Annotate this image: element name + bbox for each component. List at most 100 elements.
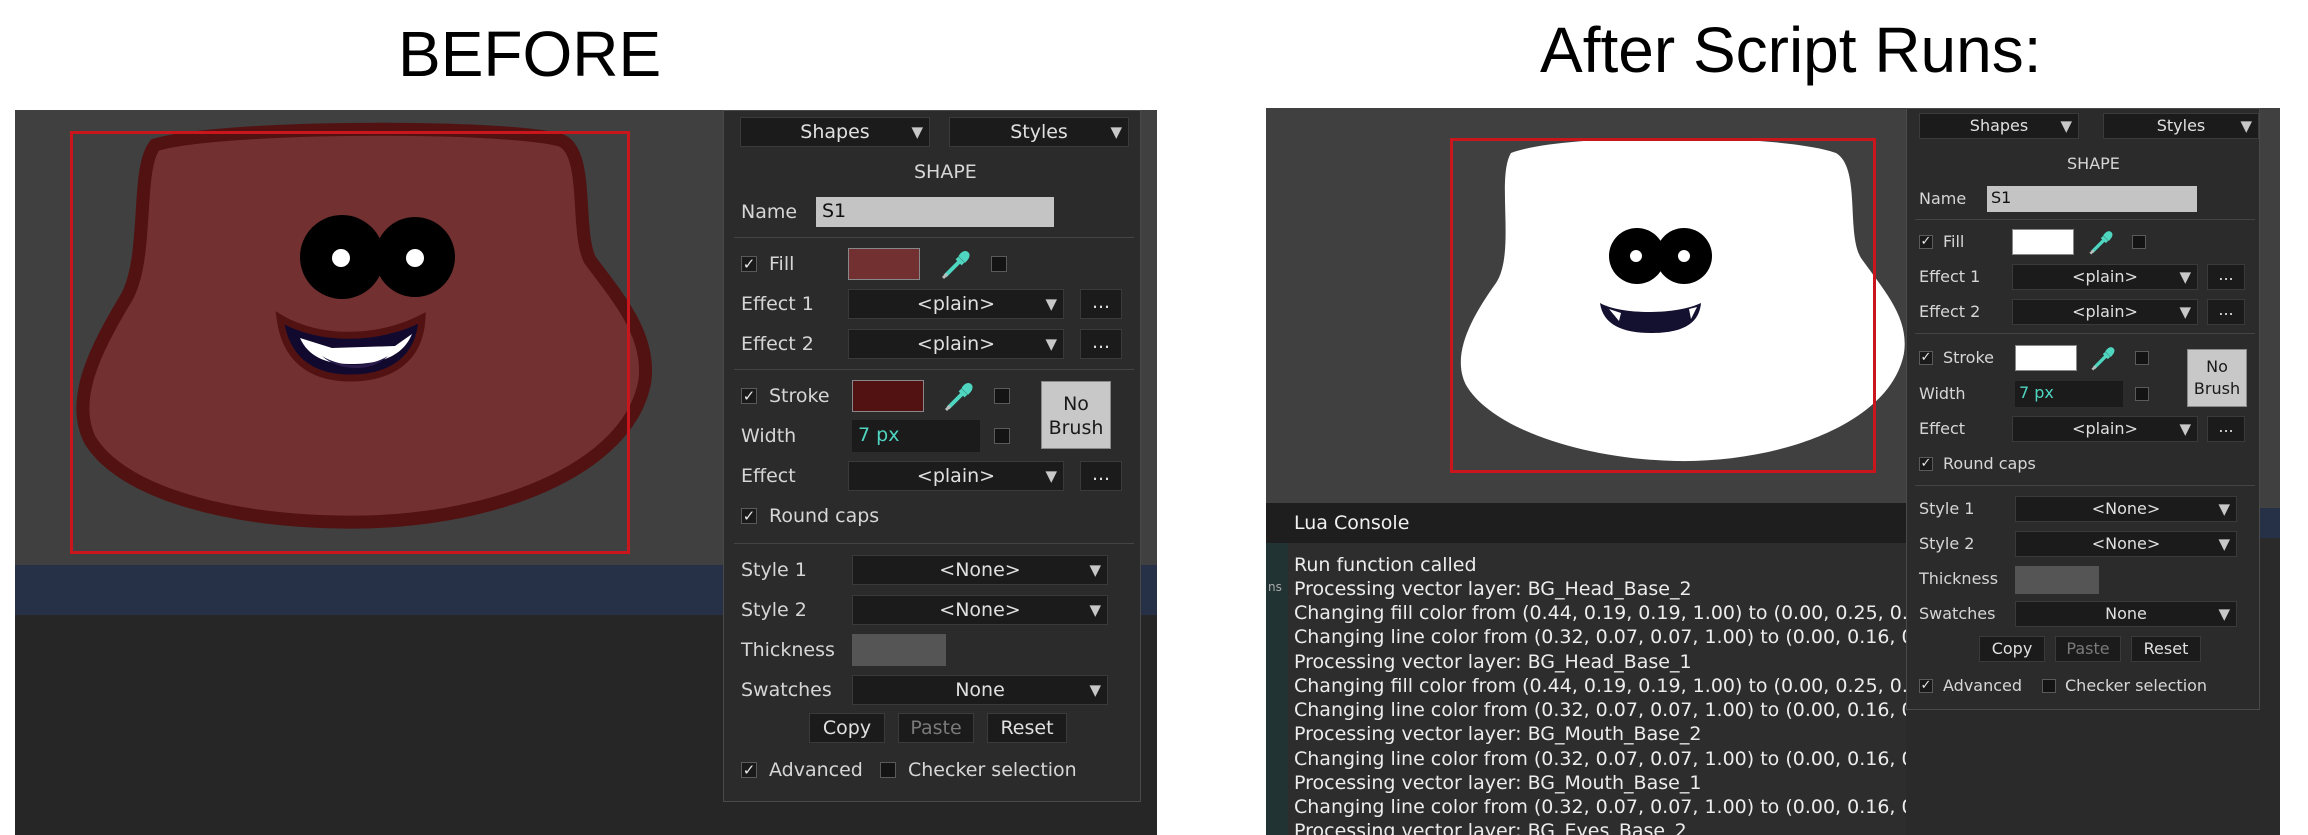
console-line: Changing fill color from (0.44, 0.19, 0.… — [1294, 675, 1906, 697]
stroke-label: Stroke — [769, 385, 830, 407]
effect1-label: Effect 1 — [741, 293, 814, 315]
before-style-panel: Shapes ▼ Styles ▼ SHAPE Name S1 ✓ Fill Eff… — [723, 110, 1141, 802]
effect2-label: Effect 2 — [741, 333, 814, 355]
name-field[interactable]: S1 — [816, 197, 1054, 227]
eyedropper-icon[interactable] — [939, 246, 975, 282]
style2-select[interactable]: <None> ▼ — [852, 595, 1108, 625]
lua-console-title: Lua Console — [1266, 503, 1906, 543]
eyedropper-icon[interactable] — [2089, 343, 2119, 373]
stroke-label: Stroke — [1943, 348, 1994, 367]
effect1-select[interactable]: <plain> ▼ — [2012, 264, 2198, 290]
round-caps-checkbox[interactable]: ✓ — [741, 508, 757, 524]
stroke-color-swatch[interactable] — [2015, 345, 2077, 371]
style1-label: Style 1 — [1919, 499, 1975, 518]
width-field[interactable]: 7 px — [2015, 381, 2123, 407]
fill-label: Fill — [1943, 232, 1965, 251]
stroke-extra-checkbox[interactable] — [994, 388, 1010, 404]
console-line: Processing vector layer: BG_Head_Base_2 — [1294, 578, 1692, 600]
console-line: Changing line color from (0.32, 0.07, 0.… — [1294, 699, 1906, 721]
console-side-text: ns — [1268, 580, 1282, 594]
checker-selection-checkbox[interactable] — [2042, 679, 2056, 693]
console-line: Changing line color from (0.32, 0.07, 0.… — [1294, 796, 1906, 818]
name-label: Name — [741, 201, 798, 223]
style1-label: Style 1 — [741, 559, 807, 581]
divider — [1915, 219, 2255, 220]
stroke-checkbox[interactable]: ✓ — [741, 388, 757, 404]
checker-selection-checkbox[interactable] — [880, 762, 896, 778]
console-line: Changing line color from (0.32, 0.07, 0.… — [1294, 748, 1906, 770]
fill-color-swatch[interactable] — [848, 248, 920, 280]
stroke-checkbox[interactable]: ✓ — [1919, 351, 1933, 365]
divider — [734, 237, 1134, 238]
style2-label: Style 2 — [741, 599, 807, 621]
lua-console: Lua Console ns Run function called Proce… — [1266, 503, 1906, 835]
console-line: Run function called — [1294, 554, 1477, 576]
no-brush-button[interactable]: No Brush — [1041, 381, 1111, 449]
divider — [1915, 333, 2255, 334]
effect-select[interactable]: <plain> ▼ — [848, 461, 1064, 491]
effect1-label: Effect 1 — [1919, 267, 1981, 286]
reset-button[interactable]: Reset — [2131, 636, 2201, 662]
advanced-checkbox[interactable]: ✓ — [741, 762, 757, 778]
paste-button[interactable]: Paste — [898, 713, 974, 743]
effect2-select[interactable]: <plain> ▼ — [848, 329, 1064, 359]
stroke-extra-checkbox[interactable] — [2135, 351, 2149, 365]
width-extra-checkbox[interactable] — [2135, 387, 2149, 401]
styles-tab[interactable]: Styles ▼ — [949, 117, 1129, 147]
checker-selection-label: Checker selection — [908, 759, 1077, 781]
shapes-tab[interactable]: Shapes ▼ — [740, 117, 930, 147]
width-label: Width — [741, 425, 797, 447]
console-line: Processing vector layer: BG_Mouth_Base_2 — [1294, 723, 1702, 745]
console-line: Processing vector layer: BG_Eyes_Base_2 — [1294, 820, 1687, 835]
effect-more-button[interactable]: ... — [2207, 416, 2245, 442]
round-caps-label: Round caps — [769, 505, 880, 527]
swatches-label: Swatches — [1919, 604, 1996, 623]
fill-extra-checkbox[interactable] — [991, 256, 1007, 272]
effect-label: Effect — [741, 465, 796, 487]
style1-select[interactable]: <None> ▼ — [2015, 496, 2237, 522]
effect1-more-button[interactable]: ... — [2207, 264, 2245, 290]
console-line: Processing vector layer: BG_Head_Base_1 — [1294, 651, 1692, 673]
style1-select[interactable]: <None> ▼ — [852, 555, 1108, 585]
checker-selection-label: Checker selection — [2065, 676, 2208, 695]
effect2-more-button[interactable]: ... — [1080, 329, 1122, 359]
reset-button[interactable]: Reset — [987, 713, 1067, 743]
fill-checkbox[interactable]: ✓ — [1919, 235, 1933, 249]
round-caps-label: Round caps — [1943, 454, 2036, 473]
fill-label: Fill — [769, 253, 795, 275]
eyedropper-icon[interactable] — [2087, 227, 2117, 257]
thickness-field[interactable] — [2015, 566, 2099, 594]
eyedropper-icon[interactable] — [942, 378, 978, 414]
effect1-more-button[interactable]: ... — [1080, 289, 1122, 319]
name-field[interactable]: S1 — [1987, 186, 2197, 212]
fill-extra-checkbox[interactable] — [2132, 235, 2146, 249]
stroke-color-swatch[interactable] — [852, 380, 924, 412]
paste-button[interactable]: Paste — [2055, 636, 2121, 662]
fill-checkbox[interactable]: ✓ — [741, 256, 757, 272]
effect-more-button[interactable]: ... — [1080, 461, 1122, 491]
shapes-tab[interactable]: Shapes ▼ — [1919, 113, 2079, 139]
divider — [734, 369, 1134, 370]
thickness-field[interactable] — [852, 634, 946, 666]
thickness-label: Thickness — [741, 639, 835, 661]
swatches-select[interactable]: None ▼ — [852, 675, 1108, 705]
no-brush-button[interactable]: No Brush — [2187, 349, 2247, 407]
effect-select[interactable]: <plain> ▼ — [2012, 416, 2198, 442]
style2-select[interactable]: <None> ▼ — [2015, 531, 2237, 557]
width-extra-checkbox[interactable] — [994, 428, 1010, 444]
swatches-label: Swatches — [741, 679, 832, 701]
effect-label: Effect — [1919, 419, 1966, 438]
styles-tab[interactable]: Styles ▼ — [2103, 113, 2259, 139]
round-caps-checkbox[interactable]: ✓ — [1919, 457, 1933, 471]
swatches-select[interactable]: None ▼ — [2015, 601, 2237, 627]
effect2-more-button[interactable]: ... — [2207, 299, 2245, 325]
effect1-select[interactable]: <plain> ▼ — [848, 289, 1064, 319]
width-field[interactable]: 7 px — [852, 420, 980, 452]
copy-button[interactable]: Copy — [809, 713, 885, 743]
copy-button[interactable]: Copy — [1979, 636, 2045, 662]
fill-color-swatch[interactable] — [2012, 229, 2074, 255]
effect2-select[interactable]: <plain> ▼ — [2012, 299, 2198, 325]
before-selection-box — [70, 131, 630, 554]
thickness-label: Thickness — [1919, 569, 1999, 588]
advanced-checkbox[interactable]: ✓ — [1919, 679, 1933, 693]
